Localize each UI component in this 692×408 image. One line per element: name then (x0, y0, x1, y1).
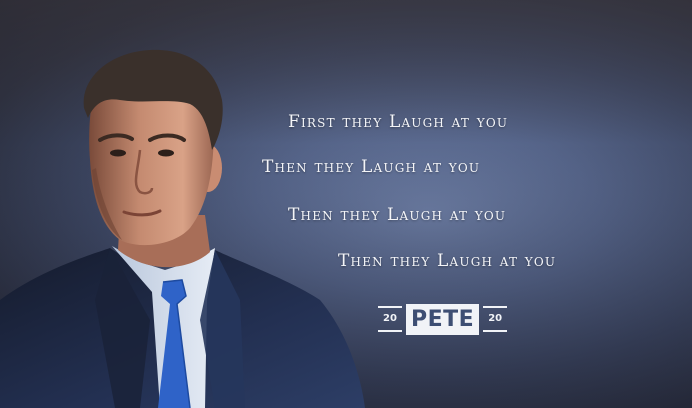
logo-year-right: 20 (483, 306, 508, 332)
pete-2020-logo: 20 PETE 20 (378, 301, 508, 337)
quote-line-3: Then they Laugh at you (288, 205, 507, 225)
quote-line-4: Then they Laugh at you (338, 251, 557, 271)
portrait-figure (0, 49, 365, 408)
quote-line-2: Then they Laugh at you (262, 157, 481, 177)
quote-line-1: First they Laugh at you (288, 112, 509, 132)
logo-name: PETE (406, 303, 480, 335)
logo-year-left: 20 (378, 306, 402, 332)
